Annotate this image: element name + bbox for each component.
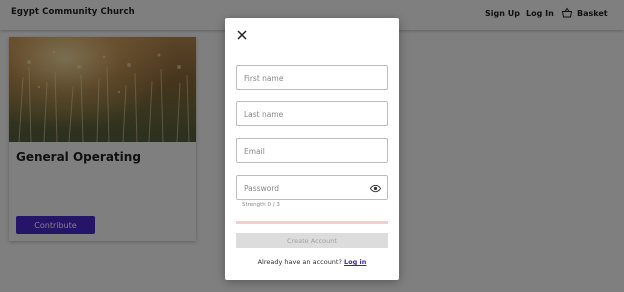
close-icon[interactable] bbox=[236, 29, 248, 41]
email-input[interactable] bbox=[237, 140, 387, 163]
first-name-field bbox=[236, 65, 388, 90]
eye-icon[interactable] bbox=[370, 183, 381, 194]
password-field bbox=[236, 175, 388, 200]
log-in-modal-link[interactable]: Log in bbox=[344, 258, 366, 266]
password-strength-bar bbox=[236, 221, 388, 224]
email-field bbox=[236, 138, 388, 163]
password-input[interactable] bbox=[237, 177, 387, 200]
already-have-account-text: Already have an account? bbox=[257, 258, 342, 266]
create-account-button[interactable]: Create Account bbox=[236, 233, 388, 248]
login-prompt: Already have an account? Log in bbox=[225, 258, 399, 266]
password-strength-text: Strength 0 / 3 bbox=[242, 202, 280, 208]
sign-up-modal: Strength 0 / 3 Create Account Already ha… bbox=[225, 18, 399, 280]
last-name-input[interactable] bbox=[237, 103, 387, 126]
first-name-input[interactable] bbox=[237, 67, 387, 90]
last-name-field bbox=[236, 101, 388, 126]
